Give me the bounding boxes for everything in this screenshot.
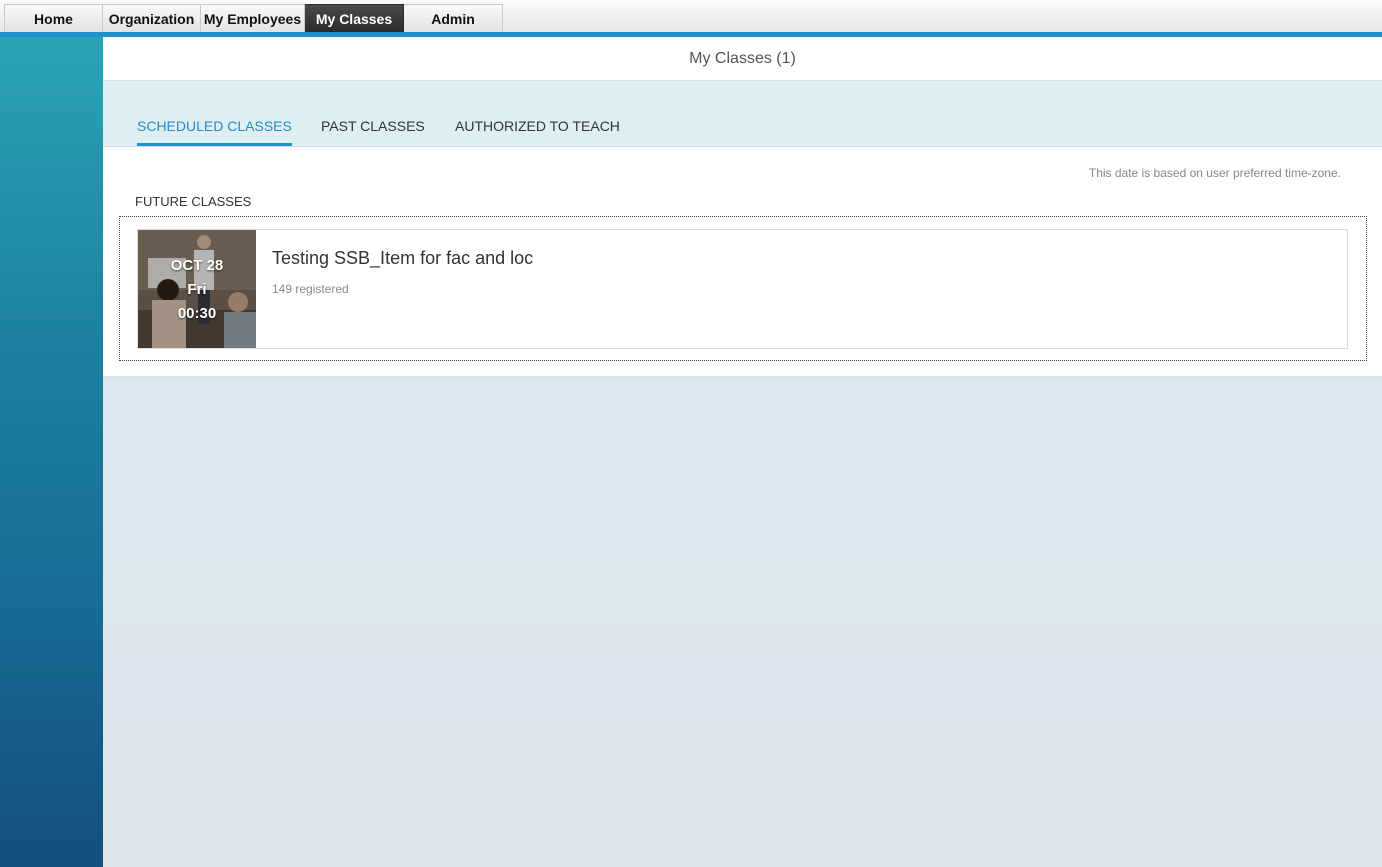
tab-scheduled-classes[interactable]: SCHEDULED CLASSES (137, 118, 292, 146)
top-navigation-bar: Home Organization My Employees My Classe… (0, 0, 1382, 33)
classes-content: This date is based on user preferred tim… (103, 147, 1382, 377)
class-card[interactable]: OCT 28 Fri 00:30 Testing SSB_Item for fa… (137, 229, 1348, 349)
class-date-overlay: OCT 28 Fri 00:30 (138, 254, 256, 326)
nav-tab-admin[interactable]: Admin (404, 4, 503, 32)
nav-tab-my-classes[interactable]: My Classes (305, 4, 404, 32)
nav-tab-my-employees[interactable]: My Employees (201, 4, 305, 32)
class-month-day: OCT 28 (170, 257, 224, 274)
page-title: My Classes (1) (689, 49, 796, 67)
class-tabs: SCHEDULED CLASSES PAST CLASSES AUTHORIZE… (103, 81, 1382, 147)
class-title-link[interactable]: Testing SSB_Item for fac and loc (272, 248, 533, 269)
timezone-note: This date is based on user preferred tim… (1088, 166, 1341, 180)
class-registered-count: 149 registered (272, 282, 349, 296)
nav-tab-organization[interactable]: Organization (103, 4, 201, 32)
left-rail (0, 37, 103, 867)
nav-tab-home[interactable]: Home (4, 4, 103, 32)
future-classes-list: OCT 28 Fri 00:30 Testing SSB_Item for fa… (119, 216, 1367, 361)
tab-past-classes[interactable]: PAST CLASSES (321, 118, 425, 146)
nav-tabs: Home Organization My Employees My Classe… (4, 4, 503, 32)
tab-authorized-to-teach[interactable]: AUTHORIZED TO TEACH (455, 118, 620, 146)
section-label-future-classes: FUTURE CLASSES (135, 194, 252, 209)
main-panel: My Classes (1) SCHEDULED CLASSES PAST CL… (103, 37, 1382, 867)
class-thumbnail: OCT 28 Fri 00:30 (138, 230, 256, 348)
class-time: 00:30 (177, 305, 217, 322)
page-header: My Classes (1) (103, 37, 1382, 81)
class-weekday: Fri (187, 281, 207, 298)
